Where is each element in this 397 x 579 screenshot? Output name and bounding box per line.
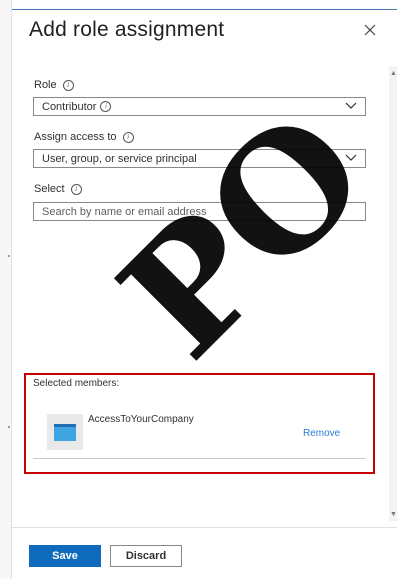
scroll-up-icon[interactable]: ▲ [390, 70, 397, 77]
select-label-row: Select i [34, 183, 82, 195]
role-select-value: Contributor [42, 100, 97, 113]
remove-member-link[interactable]: Remove [303, 428, 340, 439]
background-blade-strip [0, 0, 12, 579]
member-divider [33, 458, 366, 459]
scrollbar[interactable] [389, 66, 397, 521]
info-icon[interactable]: i [122, 131, 134, 143]
chevron-down-icon [345, 102, 357, 109]
selected-members-title: Selected members: [33, 378, 120, 389]
role-label: Role [34, 79, 57, 91]
info-icon[interactable]: i [70, 183, 82, 195]
panel-title: Add role assignment [29, 18, 225, 41]
close-icon[interactable] [362, 22, 378, 38]
chevron-down-icon [345, 154, 357, 161]
assign-access-label: Assign access to [34, 131, 117, 143]
info-icon[interactable]: i [100, 101, 112, 112]
select-label: Select [34, 183, 65, 195]
discard-button[interactable]: Discard [110, 545, 182, 567]
search-input[interactable]: Search by name or email address [33, 202, 366, 221]
info-icon[interactable]: i [62, 79, 74, 91]
top-divider [12, 9, 397, 10]
assign-access-label-row: Assign access to i [34, 131, 134, 143]
app-registration-icon [47, 414, 83, 450]
search-placeholder: Search by name or email address [42, 205, 207, 218]
scroll-down-icon[interactable]: ▼ [390, 511, 397, 518]
role-label-row: Role i [34, 79, 74, 91]
role-select[interactable]: Contributor i [33, 97, 366, 116]
save-button[interactable]: Save [29, 545, 101, 567]
watermark: PO [85, 76, 397, 393]
assign-access-select[interactable]: User, group, or service principal [33, 149, 366, 168]
footer-divider [11, 527, 397, 528]
strip-dot [8, 426, 10, 428]
assign-access-value: User, group, or service principal [42, 152, 197, 165]
member-name: AccessToYourCompany [88, 414, 194, 425]
strip-dot [8, 255, 10, 257]
